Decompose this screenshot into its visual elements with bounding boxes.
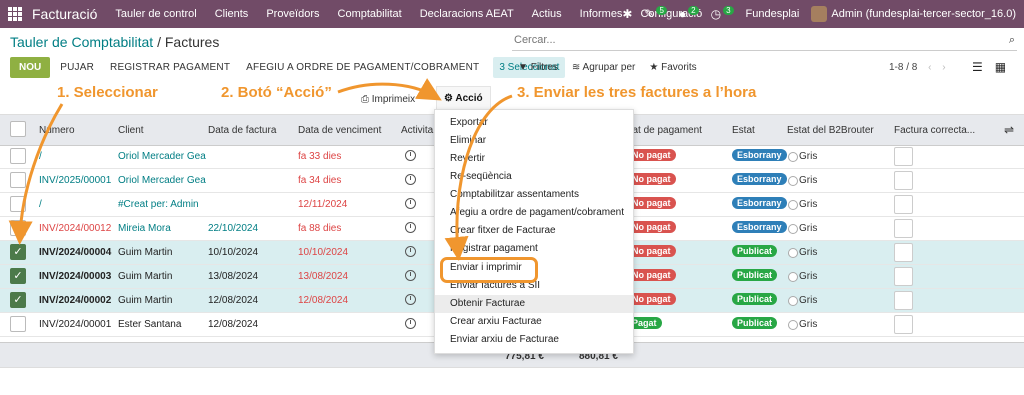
arrow-step-2 [337, 78, 442, 101]
arrow-step-1 [8, 103, 64, 245]
annotation-arrows [8, 78, 513, 261]
arrow-step-3 [444, 94, 513, 261]
